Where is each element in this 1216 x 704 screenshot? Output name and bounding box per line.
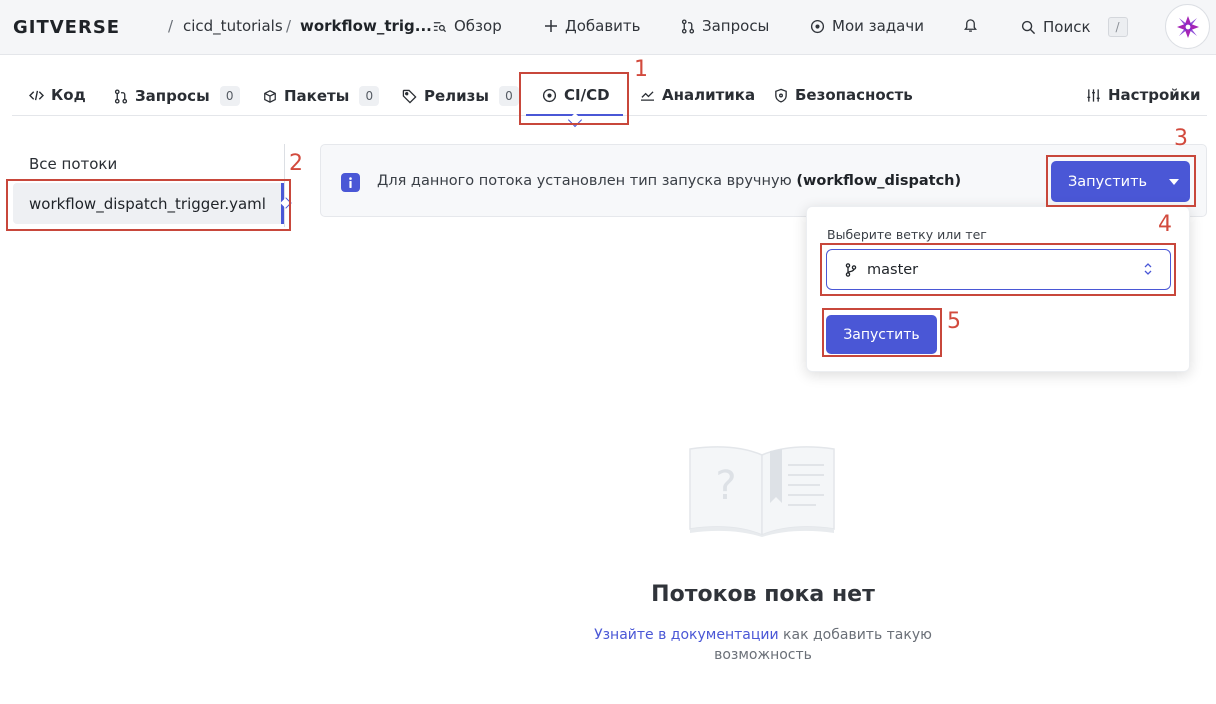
tasks-icon	[810, 19, 825, 34]
pull-request-icon	[114, 88, 128, 104]
search-button[interactable]: Поиск /	[1021, 17, 1128, 37]
tab-requests-count: 0	[219, 86, 240, 106]
settings-icon	[1086, 88, 1101, 103]
avatar[interactable]	[1165, 4, 1210, 49]
branch-select-label: Выберите ветку или тег	[827, 227, 987, 242]
nav-my-tasks-label: Мои задачи	[832, 17, 924, 35]
gitverse-logo[interactable]: GITVERSE	[13, 17, 120, 38]
tab-code-label: Код	[51, 86, 86, 104]
breadcrumb-separator: /	[168, 17, 174, 35]
chart-icon	[640, 89, 655, 102]
shield-icon	[774, 88, 788, 103]
all-workflows-link[interactable]: Все потоки	[29, 155, 117, 173]
plus-icon	[544, 19, 558, 33]
nav-requests-label: Запросы	[702, 17, 770, 35]
empty-state-description: Узнайте в документации как добавить таку…	[590, 625, 936, 665]
tab-settings-label: Настройки	[1108, 86, 1201, 104]
banner-text: Для данного потока установлен тип запуск…	[377, 173, 792, 189]
empty-state-title: Потоков пока нет	[651, 582, 875, 607]
nav-add-label: Добавить	[565, 17, 641, 35]
annotation-number-3: 3	[1174, 126, 1188, 151]
nav-requests[interactable]: Запросы	[681, 17, 769, 35]
breadcrumb-owner[interactable]: cicd_tutorials	[183, 17, 283, 35]
annotation-number-5: 5	[947, 309, 961, 334]
banner-message: Для данного потока установлен тип запуск…	[377, 173, 961, 189]
tab-security-label: Безопасность	[795, 86, 913, 104]
tab-releases[interactable]: Релизы 0	[402, 86, 519, 106]
svg-text:?: ?	[715, 463, 736, 509]
empty-book-illustration: ?	[688, 445, 836, 541]
breadcrumb-repo[interactable]: workflow_trig...	[300, 17, 432, 35]
package-icon	[263, 89, 277, 104]
annotation-number-1: 1	[634, 57, 648, 82]
avatar-logo-icon	[1176, 15, 1199, 38]
tab-packages-label: Пакеты	[284, 87, 350, 105]
notifications-button[interactable]	[963, 17, 978, 33]
search-shortcut-key: /	[1107, 17, 1128, 37]
tab-code[interactable]: Код	[29, 86, 86, 104]
annotation-box-1	[519, 72, 629, 125]
tag-icon	[402, 89, 417, 104]
breadcrumb-separator: /	[286, 17, 292, 35]
bell-icon	[963, 17, 978, 33]
tab-packages[interactable]: Пакеты 0	[263, 86, 380, 106]
annotation-number-2: 2	[289, 151, 303, 176]
search-label: Поиск	[1043, 18, 1091, 36]
tab-analytics-label: Аналитика	[662, 86, 756, 104]
nav-overview[interactable]: Обзор	[432, 17, 502, 35]
tab-releases-count: 0	[498, 86, 519, 106]
annotation-box-2	[6, 179, 291, 231]
banner-trigger-type: (workflow_dispatch)	[796, 173, 962, 189]
tab-releases-label: Релизы	[424, 87, 489, 105]
annotation-box-3	[1046, 155, 1196, 207]
annotation-box-5	[822, 308, 942, 357]
tab-security[interactable]: Безопасность	[774, 86, 913, 104]
nav-my-tasks[interactable]: Мои задачи	[810, 17, 924, 35]
documentation-link[interactable]: Узнайте в документации	[594, 627, 779, 643]
tab-settings[interactable]: Настройки	[1086, 86, 1201, 104]
tab-packages-count: 0	[359, 86, 380, 106]
code-icon	[29, 89, 44, 102]
nav-add[interactable]: Добавить	[544, 17, 641, 35]
tab-analytics[interactable]: Аналитика	[640, 86, 755, 104]
search-icon	[1021, 20, 1036, 35]
top-bar: GITVERSE / cicd_tutorials / workflow_tri…	[0, 0, 1216, 55]
overview-icon	[432, 19, 447, 34]
tab-requests[interactable]: Запросы 0	[114, 86, 240, 106]
nav-overview-label: Обзор	[454, 17, 502, 35]
annotation-number-4: 4	[1158, 212, 1172, 237]
info-icon	[341, 173, 360, 192]
pull-request-icon	[681, 18, 695, 34]
tab-requests-label: Запросы	[135, 87, 210, 105]
annotation-box-4	[820, 243, 1176, 296]
